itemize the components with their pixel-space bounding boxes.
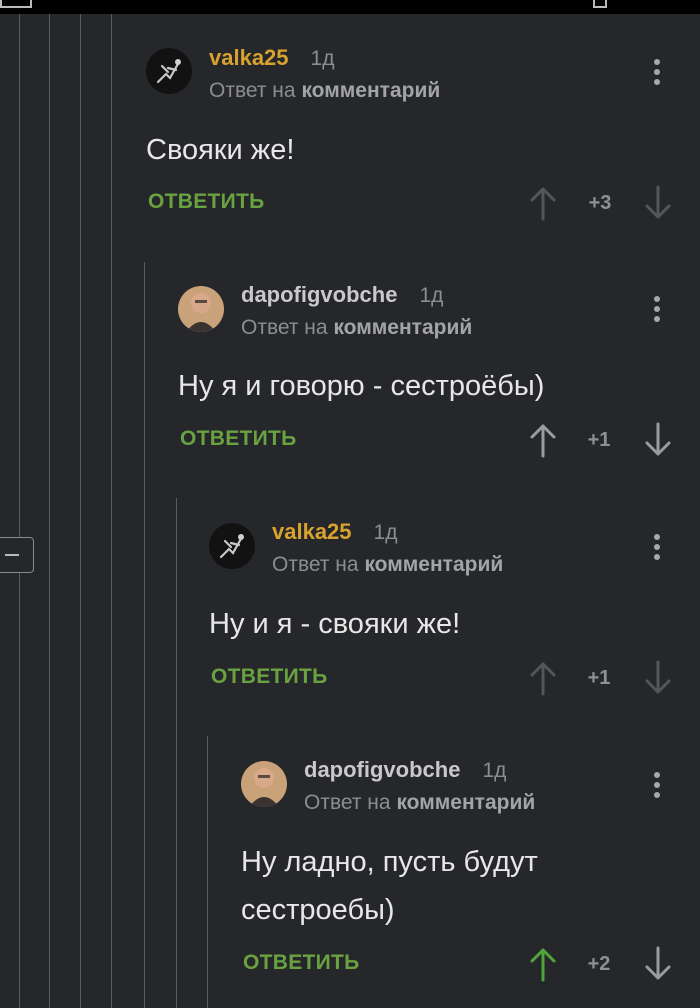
menu-dot xyxy=(654,69,660,75)
thread-line xyxy=(80,14,81,1008)
reply-button[interactable]: ОТВЕТИТЬ xyxy=(243,951,360,975)
reply-button[interactable]: ОТВЕТИТЬ xyxy=(180,427,297,451)
comment-time: 1д xyxy=(373,521,398,544)
status-bar xyxy=(0,0,700,14)
upvote-icon[interactable] xyxy=(529,422,557,458)
comment-text-line: Ну и я - свояки же! xyxy=(209,608,461,640)
reply-target-link[interactable]: комментарий xyxy=(364,553,503,576)
author-name[interactable]: dapofigvobche xyxy=(241,282,397,307)
comment-text-line: Ну я и говорю - сестроёбы) xyxy=(178,370,545,402)
reply-to-info: Ответ на комментарий xyxy=(272,552,503,578)
reply-button[interactable]: ОТВЕТИТЬ xyxy=(211,665,328,689)
author-name[interactable]: valka25 xyxy=(272,519,352,544)
comment-time: 1д xyxy=(310,47,335,70)
comment-header: dapofigvobche 1д xyxy=(304,757,506,784)
vote-score: +1 xyxy=(587,429,611,451)
menu-dot xyxy=(654,544,660,550)
reply-target-link[interactable]: комментарий xyxy=(396,791,535,814)
more-options-icon[interactable] xyxy=(652,57,662,91)
reply-prefix: Ответ на xyxy=(272,553,359,576)
vote-score: +2 xyxy=(587,953,611,975)
author-name[interactable]: dapofigvobche xyxy=(304,757,460,782)
reply-prefix: Ответ на xyxy=(209,79,296,102)
more-options-icon[interactable] xyxy=(652,532,662,566)
reply-to-info: Ответ на комментарий xyxy=(209,78,440,104)
status-icon xyxy=(0,0,32,8)
avatar[interactable] xyxy=(241,761,287,807)
comment-text: Ну ладно, пусть будут сестроебы) xyxy=(241,838,538,934)
menu-dot xyxy=(654,534,660,540)
more-options-icon[interactable] xyxy=(652,294,662,328)
author-name[interactable]: valka25 xyxy=(209,45,289,70)
comment-text: Ну я и говорю - сестроёбы) xyxy=(178,362,544,410)
more-options-icon[interactable] xyxy=(652,770,662,804)
downvote-icon[interactable] xyxy=(644,660,672,696)
comment-header: dapofigvobche 1д xyxy=(241,282,443,309)
menu-dot xyxy=(654,554,660,560)
thread-line xyxy=(111,14,112,1008)
reply-to-info: Ответ на комментарий xyxy=(241,315,472,341)
reply-to-info: Ответ на комментарий xyxy=(304,790,535,816)
menu-dot xyxy=(654,782,660,788)
downvote-icon[interactable] xyxy=(644,422,672,458)
minus-icon xyxy=(5,554,19,556)
comment-text-line: сестроебы) xyxy=(241,894,395,926)
comment-time: 1д xyxy=(419,284,444,307)
menu-dot xyxy=(654,316,660,322)
thread-line xyxy=(49,14,50,1008)
downvote-icon[interactable] xyxy=(644,946,672,982)
avatar[interactable] xyxy=(209,523,255,569)
upvote-icon[interactable] xyxy=(529,185,557,221)
reply-target-link[interactable]: комментарий xyxy=(333,316,472,339)
upvote-icon[interactable] xyxy=(529,660,557,696)
vote-score: +1 xyxy=(587,667,611,689)
comment-text: Свояки же! xyxy=(146,126,294,174)
thread-line xyxy=(176,498,177,1008)
comment-header: valka25 1д xyxy=(209,45,334,72)
menu-dot xyxy=(654,772,660,778)
comment-header: valka25 1д xyxy=(272,519,397,546)
avatar[interactable] xyxy=(146,48,192,94)
comment-text-line: Ну ладно, пусть будут xyxy=(241,846,538,878)
menu-dot xyxy=(654,59,660,65)
reply-target-link[interactable]: комментарий xyxy=(301,79,440,102)
thread-line xyxy=(144,262,145,1008)
upvote-icon[interactable] xyxy=(529,946,557,982)
comment-text-line: Свояки же! xyxy=(146,134,295,166)
downvote-icon[interactable] xyxy=(644,185,672,221)
battery-icon xyxy=(593,0,607,8)
menu-dot xyxy=(654,792,660,798)
reply-button[interactable]: ОТВЕТИТЬ xyxy=(148,190,265,214)
menu-dot xyxy=(654,79,660,85)
comment-text: Ну и я - свояки же! xyxy=(209,600,460,648)
comment-time: 1д xyxy=(482,759,507,782)
reply-prefix: Ответ на xyxy=(241,316,328,339)
vote-score: +3 xyxy=(588,192,612,214)
avatar[interactable] xyxy=(178,286,224,332)
menu-dot xyxy=(654,306,660,312)
collapse-thread-button[interactable] xyxy=(0,537,34,573)
reply-prefix: Ответ на xyxy=(304,791,391,814)
thread-line xyxy=(19,14,20,1008)
thread-line xyxy=(207,736,208,1008)
menu-dot xyxy=(654,296,660,302)
